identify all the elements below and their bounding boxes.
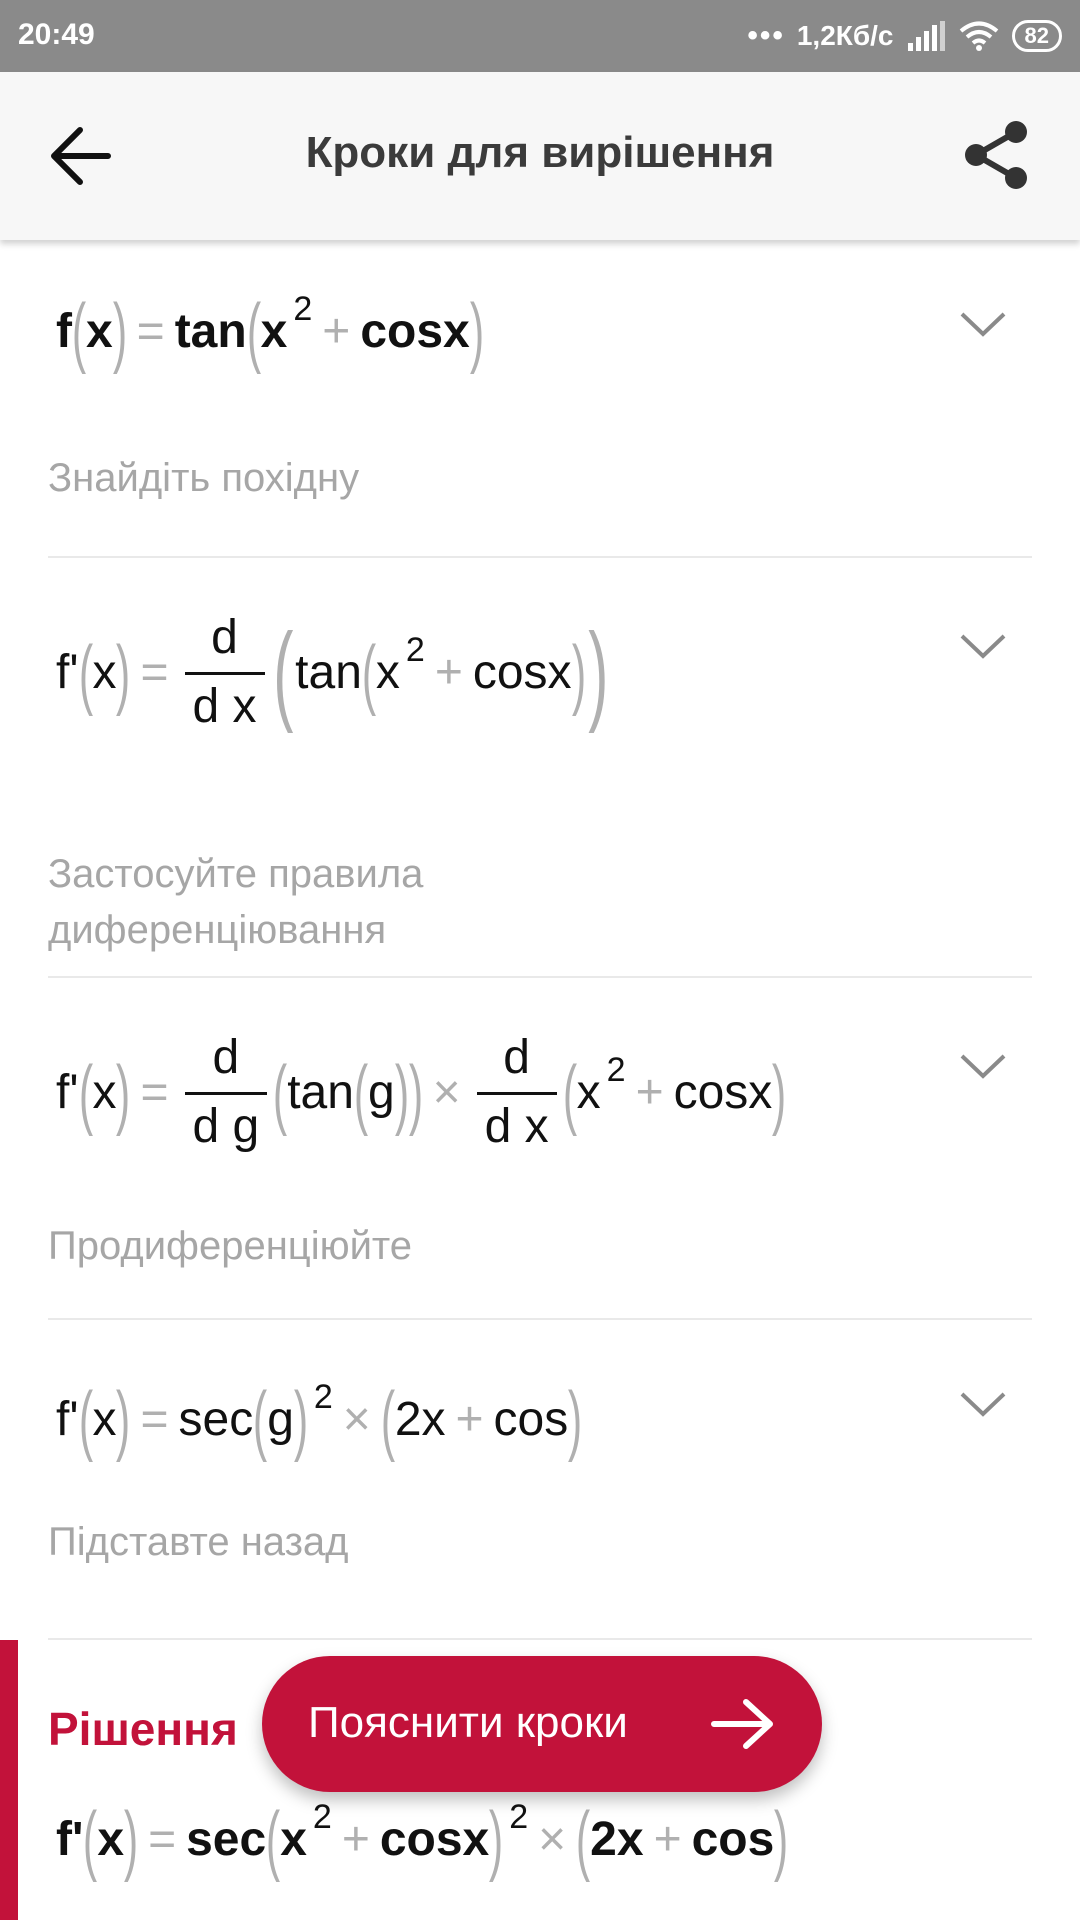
steps-content: f ( x ) = tan ( x2 + cosx ) Знайдіть пох… xyxy=(0,240,1080,1920)
step-equation: f ( x ) = tan ( x2 + cosx ) xyxy=(56,287,484,375)
status-icons: ••• 1,2Кб/с 82 xyxy=(747,16,1062,56)
notification-dots-icon: ••• xyxy=(747,19,785,52)
divider xyxy=(48,1638,1032,1640)
step-description: Продиференціюйте xyxy=(48,1224,413,1268)
step-card[interactable]: f' ( x ) = d d g ( tan ( g ) ) × d d x (… xyxy=(48,978,1032,1320)
signal-icon xyxy=(907,21,945,51)
step-equation: f' ( x ) = d d g ( tan ( g ) ) × d d x (… xyxy=(56,1031,787,1153)
share-icon[interactable] xyxy=(960,118,1034,192)
chevron-down-icon[interactable] xyxy=(958,1390,1008,1420)
step-card[interactable]: f' ( x ) = sec ( g ) 2 × ( 2x + cos ) Під… xyxy=(48,1320,1032,1640)
step-card[interactable]: f ( x ) = tan ( x2 + cosx ) Знайдіть пох… xyxy=(48,240,1032,558)
step-equation: f' ( x ) = sec ( g ) 2 × ( 2x + cos ) xyxy=(56,1375,583,1463)
page-title: Кроки для вирішення xyxy=(305,128,775,177)
derivative-fraction: d d g xyxy=(184,1034,268,1151)
step-equation: f' ( x ) = d d x ( tan ( x2 + cosx ) ) xyxy=(56,610,608,734)
step-description: Підставте назад xyxy=(48,1520,349,1564)
status-bar: 20:49 ••• 1,2Кб/с 82 xyxy=(0,0,1080,72)
derivative-fraction: d d x xyxy=(184,614,265,731)
chevron-down-icon[interactable] xyxy=(958,310,1008,340)
status-time: 20:49 xyxy=(18,18,95,51)
arrow-right-icon xyxy=(711,1699,773,1749)
solution-title: Рішення xyxy=(48,1703,238,1755)
app-bar: Кроки для вирішення xyxy=(0,72,1080,240)
chevron-down-icon[interactable] xyxy=(958,632,1008,662)
derivative-fraction: d d x xyxy=(476,1034,557,1151)
network-speed: 1,2Кб/с xyxy=(796,20,894,51)
step-description: Знайдіть похідну xyxy=(48,456,360,500)
solution-equation: f' ( x ) = sec ( x2 + cosx ) 2 × ( 2x + c… xyxy=(56,1795,789,1883)
wifi-icon xyxy=(959,21,998,51)
solution-accent-bar xyxy=(0,1640,18,1920)
chevron-down-icon[interactable] xyxy=(958,1052,1008,1082)
step-card[interactable]: f' ( x ) = d d x ( tan ( x2 + cosx ) ) З… xyxy=(48,558,1032,978)
explain-steps-button[interactable]: Пояснити кроки xyxy=(262,1656,822,1792)
battery-indicator: 82 xyxy=(1011,20,1062,52)
step-description: Застосуйте правила диференціювання xyxy=(48,852,424,952)
explain-steps-label: Пояснити кроки xyxy=(308,1698,628,1747)
